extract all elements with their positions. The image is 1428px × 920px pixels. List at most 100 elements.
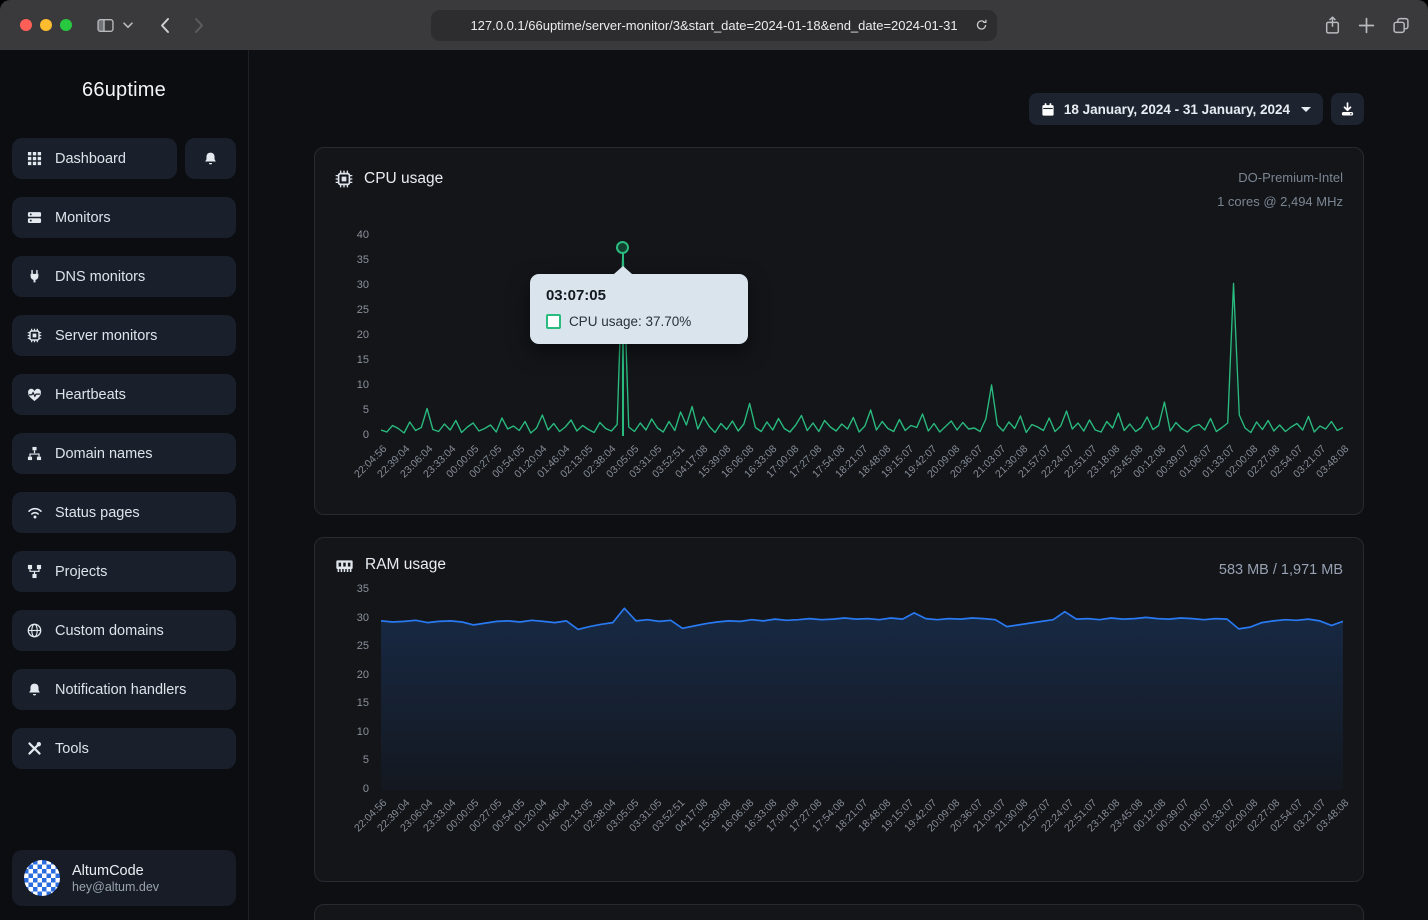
y-axis-label: 15 <box>357 354 369 366</box>
card-title: RAM usage <box>365 556 446 574</box>
sidebar-item-label: DNS monitors <box>55 269 145 285</box>
ram-chart: 35302520151050 <box>335 590 1343 790</box>
y-axis: 35302520151050 <box>335 590 381 790</box>
tooltip-time: 03:07:05 <box>546 287 732 304</box>
tab-overview-icon[interactable] <box>1392 17 1410 34</box>
cpu-chip-icon <box>335 170 353 188</box>
minimize-window-button[interactable] <box>40 19 52 31</box>
ram-chart-plot[interactable] <box>381 590 1343 790</box>
diagram-icon <box>26 564 43 579</box>
download-icon <box>1340 102 1355 117</box>
sidebar-item-monitors[interactable]: Monitors <box>12 197 236 238</box>
server-name: DO-Premium-Intel <box>1217 166 1343 190</box>
grid-icon <box>26 151 43 166</box>
account-email: hey@altum.dev <box>72 880 159 894</box>
wifi-icon <box>26 506 43 519</box>
y-axis-label: 10 <box>357 379 369 391</box>
sidebar-item-domain-names[interactable]: Domain names <box>12 433 236 474</box>
reload-icon[interactable] <box>975 18 988 32</box>
sidebar-item-label: Custom domains <box>55 623 164 639</box>
chevron-down-icon[interactable] <box>123 22 133 29</box>
sidebar-item-label: Status pages <box>55 505 140 521</box>
sidebar-toggle-icon[interactable] <box>96 17 115 34</box>
window-controls <box>20 19 72 31</box>
main-content: 18 January, 2024 - 31 January, 2024 CPU … <box>249 50 1428 920</box>
ram-usage-value: 583 MB / 1,971 MB <box>1219 562 1343 578</box>
y-axis-label: 30 <box>357 612 369 624</box>
server-icon <box>26 210 43 225</box>
sidebar-item-status-pages[interactable]: Status pages <box>12 492 236 533</box>
new-tab-icon[interactable] <box>1358 17 1375 34</box>
y-axis-label: 15 <box>357 697 369 709</box>
sidebar-item-projects[interactable]: Projects <box>12 551 236 592</box>
close-window-button[interactable] <box>20 19 32 31</box>
notifications-button[interactable] <box>185 138 236 179</box>
sidebar-item-heartbeats[interactable]: Heartbeats <box>12 374 236 415</box>
zoom-window-button[interactable] <box>60 19 72 31</box>
account-name: AltumCode <box>72 862 159 880</box>
download-button[interactable] <box>1331 93 1364 125</box>
y-axis-label: 0 <box>363 429 369 441</box>
sidebar-item-dashboard[interactable]: Dashboard <box>12 138 177 179</box>
globe-icon <box>26 623 43 638</box>
sidebar-item-label: Monitors <box>55 210 111 226</box>
y-axis-label: 30 <box>357 279 369 291</box>
y-axis-label: 35 <box>357 583 369 595</box>
account-card[interactable]: AltumCode hey@altum.dev <box>12 850 236 906</box>
ram-usage-card: RAM usage 583 MB / 1,971 MB 35 30 25 20 15 10… <box>314 537 1364 882</box>
sidebar-item-label: Tools <box>55 741 89 757</box>
forward-icon[interactable] <box>194 17 205 34</box>
sidebar-item-label: Dashboard <box>55 151 126 167</box>
date-range-label: 18 January, 2024 - 31 January, 2024 <box>1064 102 1290 117</box>
chip-icon <box>26 328 43 343</box>
y-axis-label: 25 <box>357 304 369 316</box>
x-axis: 22:04:5622:39:0423:06:0423:33:0400:00:05… <box>381 436 1343 522</box>
y-axis-label: 5 <box>363 404 369 416</box>
sidebar-item-label: Heartbeats <box>55 387 126 403</box>
bell-icon <box>202 151 219 167</box>
sidebar-item-label: Domain names <box>55 446 153 462</box>
y-axis-label: 20 <box>357 669 369 681</box>
brand-logo: 66uptime <box>12 79 236 102</box>
sidebar: 66uptime Dashboard Monitors <box>0 50 249 920</box>
share-icon[interactable] <box>1324 16 1341 35</box>
avatar <box>24 860 60 896</box>
y-axis: 4035302520151050 <box>335 236 381 436</box>
tooltip-arrow <box>614 266 632 274</box>
x-axis: 22:04:5622:39:0423:06:0423:33:0400:00:05… <box>381 790 1343 876</box>
chart-tooltip: 03:07:05 CPU usage: 37.70% <box>530 274 748 344</box>
tooltip-value: CPU usage: 37.70% <box>569 314 691 329</box>
ram-memory-icon <box>335 557 354 574</box>
bell-icon <box>26 682 43 698</box>
y-axis-label: 25 <box>357 640 369 652</box>
url-bar[interactable]: 127.0.0.1/66uptime/server-monitor/3&star… <box>431 10 997 41</box>
sidebar-item-label: Notification handlers <box>55 682 186 698</box>
caret-down-icon <box>1301 107 1311 112</box>
sidebar-item-custom-domains[interactable]: Custom domains <box>12 610 236 651</box>
card-title: CPU usage <box>364 170 443 188</box>
sidebar-item-dns-monitors[interactable]: DNS monitors <box>12 256 236 297</box>
toolbar: 18 January, 2024 - 31 January, 2024 <box>314 93 1364 125</box>
url-text: 127.0.0.1/66uptime/server-monitor/3&star… <box>470 18 957 33</box>
sidebar-item-server-monitors[interactable]: Server monitors <box>12 315 236 356</box>
back-icon[interactable] <box>159 17 170 34</box>
y-axis-label: 20 <box>357 329 369 341</box>
sitemap-icon <box>26 446 43 461</box>
sidebar-item-tools[interactable]: Tools <box>12 728 236 769</box>
sidebar-item-label: Server monitors <box>55 328 157 344</box>
server-specs: 1 cores @ 2,494 MHz <box>1217 190 1343 214</box>
y-axis-label: 0 <box>363 783 369 795</box>
y-axis-label: 40 <box>357 229 369 241</box>
cpu-usage-card: CPU usage DO-Premium-Intel 1 cores @ 2,4… <box>314 147 1364 515</box>
y-axis-label: 35 <box>357 254 369 266</box>
date-range-button[interactable]: 18 January, 2024 - 31 January, 2024 <box>1029 93 1323 125</box>
sidebar-item-notification-handlers[interactable]: Notification handlers <box>12 669 236 710</box>
calendar-icon <box>1041 102 1055 117</box>
y-axis-label: 10 <box>357 726 369 738</box>
cpu-chart-plot[interactable]: 03:07:05 CPU usage: 37.70% <box>381 236 1343 436</box>
tools-icon <box>26 741 43 756</box>
y-axis-label: 5 <box>363 754 369 766</box>
next-card-partial <box>314 904 1364 920</box>
browser-chrome: 127.0.0.1/66uptime/server-monitor/3&star… <box>0 0 1428 50</box>
sidebar-item-label: Projects <box>55 564 107 580</box>
